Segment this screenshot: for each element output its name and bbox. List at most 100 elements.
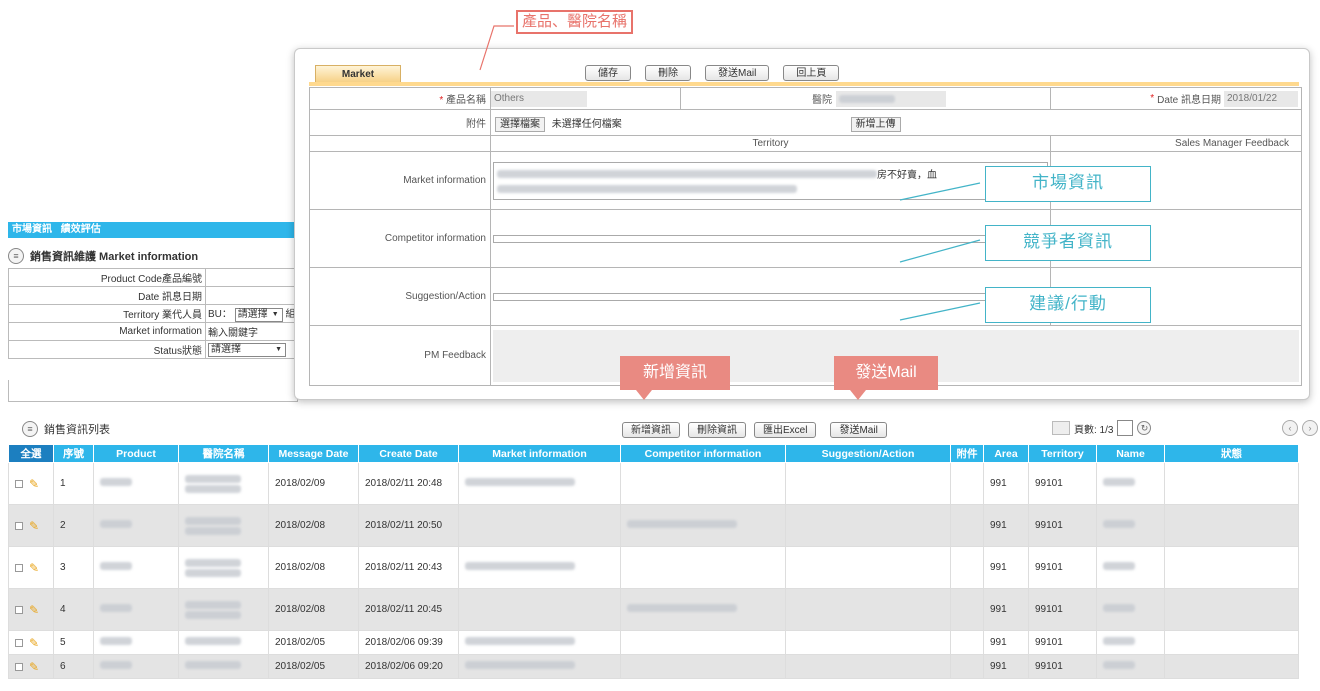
row-checkbox[interactable]	[15, 605, 23, 614]
pager-doc-icon	[1052, 421, 1070, 435]
col-market-info: Market information	[458, 444, 621, 463]
list-icon: ≡	[22, 421, 38, 437]
row-no: 4	[53, 588, 94, 631]
row-territory: 99101	[1028, 654, 1097, 679]
next-page-icon[interactable]: ›	[1302, 420, 1318, 436]
row-name	[1096, 546, 1165, 589]
bu-label: BU：	[208, 309, 232, 320]
suggestion-textarea[interactable]	[493, 291, 1048, 301]
row-attachment	[950, 630, 984, 655]
edit-icon[interactable]: ✎	[29, 561, 39, 575]
sm-feedback-header: Sales Manager Feedback	[1050, 135, 1302, 152]
hospital-field: 醫院	[680, 87, 1051, 110]
row-area: 991	[983, 654, 1029, 679]
row-attachment	[950, 588, 984, 631]
edit-icon[interactable]: ✎	[29, 519, 39, 533]
list-toolbar: 新增資訊 刪除資訊 匯出Excel 發送Mail	[622, 422, 887, 438]
row-no: 6	[53, 654, 94, 679]
search-form-footer	[8, 380, 298, 402]
col-no: 序號	[53, 444, 94, 463]
callout-add-info: 新增資訊	[620, 356, 730, 400]
table-row[interactable]: ✎ 3 2018/02/08 2018/02/11 20:43 991 9910…	[8, 546, 1299, 589]
product-code-input[interactable]	[205, 268, 298, 287]
row-attachment	[950, 504, 984, 547]
date-input[interactable]	[205, 286, 298, 305]
row-hospital	[178, 630, 269, 655]
edit-icon[interactable]: ✎	[29, 603, 39, 617]
blank-header	[309, 135, 491, 152]
row-suggestion	[785, 546, 951, 589]
row-checkbox[interactable]	[15, 479, 23, 488]
pager: 頁數: 1/3 ↻	[1052, 420, 1152, 436]
table-row[interactable]: ✎ 4 2018/02/08 2018/02/11 20:45 991 9910…	[8, 588, 1299, 631]
row-message-date: 2018/02/05	[268, 630, 359, 655]
row-market-info	[458, 588, 621, 631]
row-status	[1164, 588, 1299, 631]
row-checkbox[interactable]	[15, 521, 23, 530]
row-attachment	[950, 546, 984, 589]
date-value[interactable]: 2018/01/22	[1224, 90, 1298, 107]
row-market-info	[458, 462, 621, 505]
row-product	[93, 588, 179, 631]
callout-send-mail: 發送Mail	[834, 356, 938, 400]
export-excel-button[interactable]: 匯出Excel	[754, 422, 817, 438]
choose-file-button[interactable]: 選擇檔案	[495, 117, 545, 132]
row-competitor	[620, 546, 786, 589]
row-message-date: 2018/02/05	[268, 654, 359, 679]
prev-page-icon[interactable]: ‹	[1282, 420, 1298, 436]
edit-icon[interactable]: ✎	[29, 636, 39, 650]
nav-performance[interactable]: 績效評估	[61, 224, 101, 235]
row-territory: 99101	[1028, 630, 1097, 655]
market-info-textarea[interactable]: 房不好賣，血	[493, 161, 1048, 200]
page-input[interactable]	[1117, 420, 1134, 436]
go-icon[interactable]: ↻	[1137, 421, 1152, 435]
row-name	[1096, 654, 1165, 679]
search-form: Product Code產品編號 Date 訊息日期 Territory 業代人…	[8, 268, 298, 359]
row-suggestion	[785, 588, 951, 631]
row-checkbox[interactable]	[15, 662, 23, 671]
competitor-textarea[interactable]	[493, 233, 1048, 243]
row-suggestion	[785, 462, 951, 505]
nav-market-info[interactable]: 市場資訊	[12, 224, 52, 235]
table-row[interactable]: ✎ 5 2018/02/05 2018/02/06 09:39 991 9910…	[8, 630, 1299, 655]
col-territory: Territory	[1028, 444, 1097, 463]
results-table: 全選 序號 Product 醫院名稱 Message Date Create D…	[8, 444, 1299, 679]
col-select-all[interactable]: 全選	[8, 444, 54, 463]
row-competitor	[620, 462, 786, 505]
table-header: 全選 序號 Product 醫院名稱 Message Date Create D…	[8, 444, 1299, 463]
send-mail-button[interactable]: 發送Mail	[830, 422, 887, 438]
row-hospital	[178, 588, 269, 631]
bu-select[interactable]: 請選擇	[234, 308, 283, 322]
table-row[interactable]: ✎ 6 2018/02/05 2018/02/06 09:20 991 9910…	[8, 654, 1299, 679]
delete-button[interactable]: 刪除	[645, 65, 691, 81]
callout-suggestion-action: 建議/行動	[985, 287, 1151, 323]
market-info-text: 房不好賣，血	[877, 169, 937, 181]
row-attachment	[950, 462, 984, 505]
save-button[interactable]: 儲存	[585, 65, 631, 81]
row-checkbox[interactable]	[15, 563, 23, 572]
table-row[interactable]: ✎ 1 2018/02/09 2018/02/11 20:48 991 9910…	[8, 462, 1299, 505]
edit-icon[interactable]: ✎	[29, 477, 39, 491]
pm-feedback-label: PM Feedback	[309, 325, 491, 386]
row-market-info	[458, 504, 621, 547]
date-field: * Date 訊息日期 2018/01/22	[1050, 87, 1302, 110]
row-message-date: 2018/02/08	[268, 504, 359, 547]
delete-info-button[interactable]: 刪除資訊	[688, 422, 746, 438]
send-mail-form-button[interactable]: 發送Mail	[705, 65, 770, 81]
back-button[interactable]: 回上頁	[783, 65, 840, 81]
tab-market[interactable]: Market	[315, 65, 401, 83]
product-name-value: Others	[491, 90, 587, 107]
add-info-button[interactable]: 新增資訊	[622, 422, 680, 438]
row-checkbox[interactable]	[15, 638, 23, 647]
row-status	[1164, 504, 1299, 547]
status-select[interactable]: 請選擇	[208, 342, 286, 357]
market-info-cell: 房不好賣，血	[490, 151, 1051, 210]
add-upload-button[interactable]: 新增上傳	[850, 117, 901, 132]
table-row[interactable]: ✎ 2 2018/02/08 2018/02/11 20:50 991 9910…	[8, 504, 1299, 547]
row-name	[1096, 504, 1165, 547]
tab-underline	[309, 82, 1299, 86]
competitor-label: Competitor information	[309, 209, 491, 268]
market-info-label: Market information	[309, 151, 491, 210]
edit-icon[interactable]: ✎	[29, 660, 39, 674]
market-info-search-input[interactable]: 輸入關鍵字	[205, 322, 298, 341]
